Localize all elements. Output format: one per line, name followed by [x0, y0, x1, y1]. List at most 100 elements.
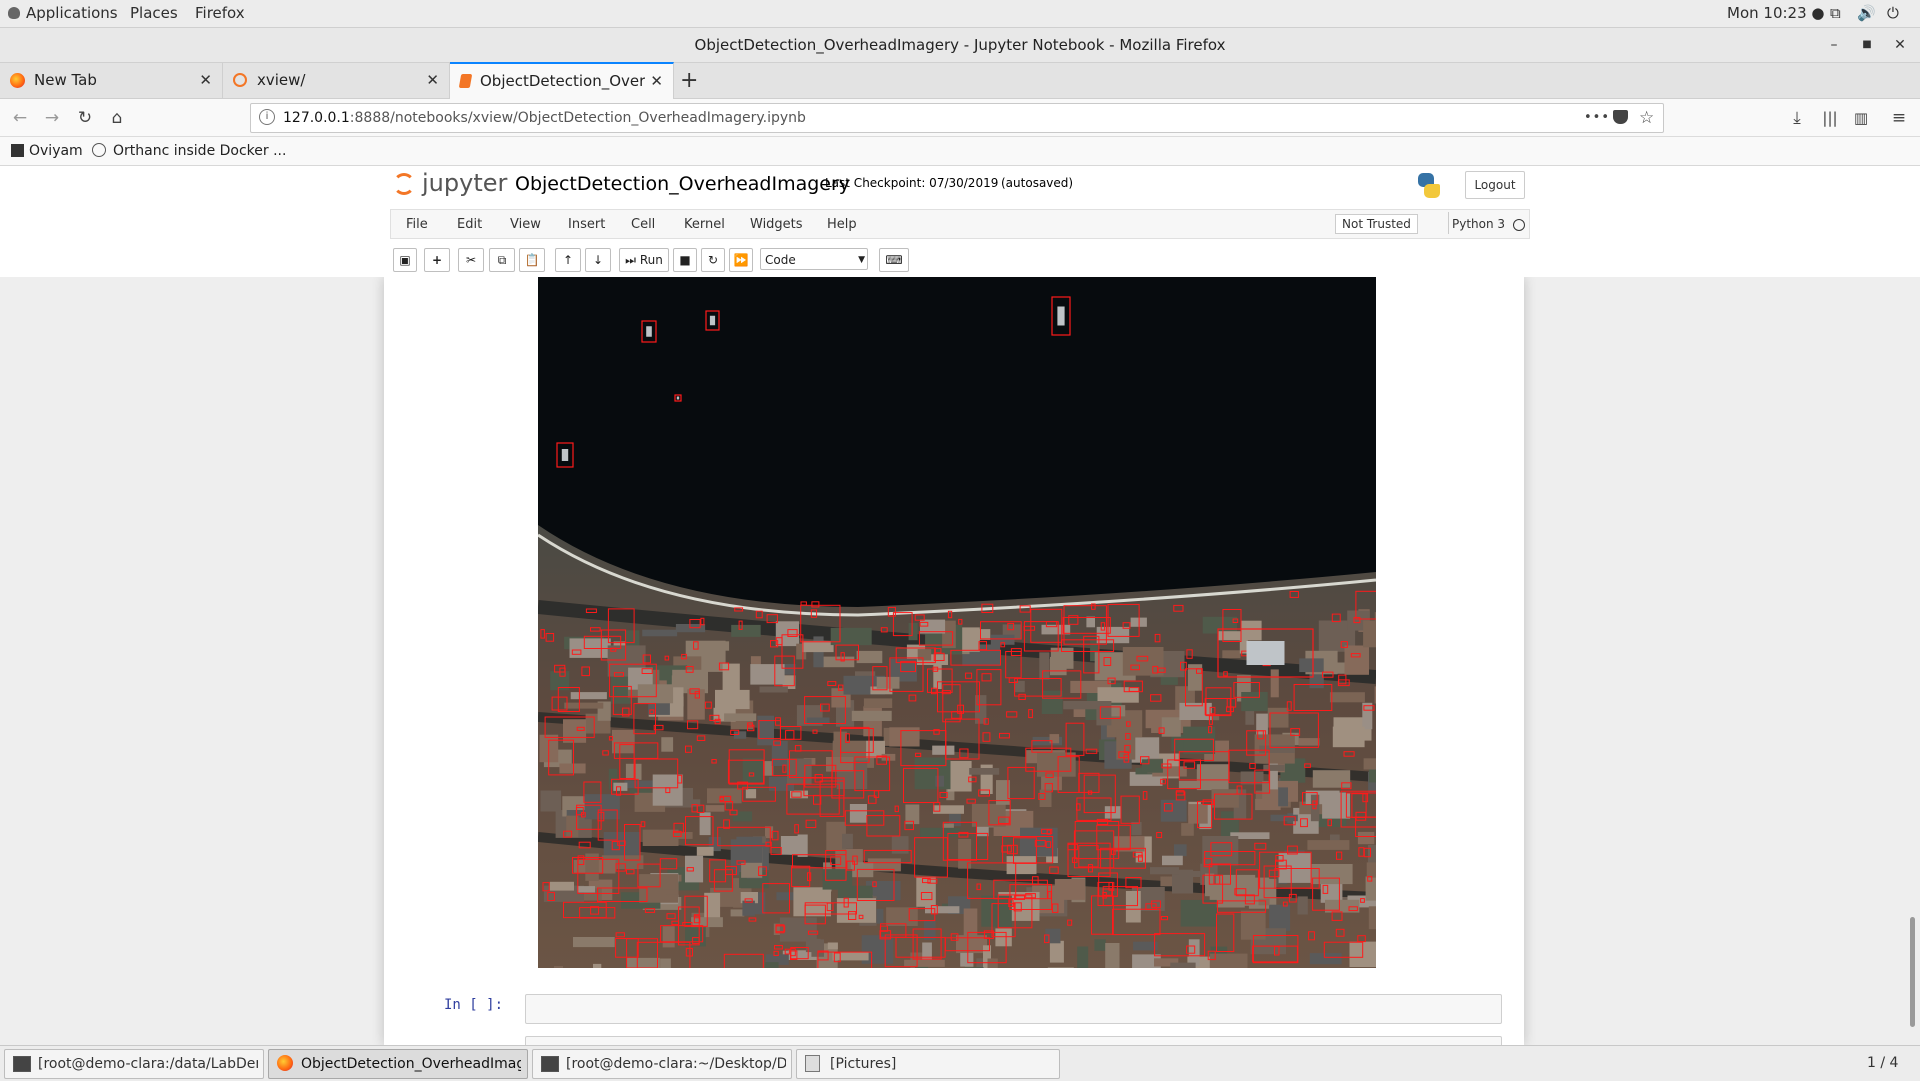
move-down-button[interactable]: ↓	[585, 248, 611, 272]
building-roof	[1202, 616, 1237, 634]
building-roof	[963, 908, 978, 939]
command-palette-button[interactable]: ⌨	[879, 248, 909, 272]
insert-cell-button[interactable]: +	[424, 248, 450, 272]
building-roof	[849, 804, 867, 823]
tab-close-icon[interactable]: ✕	[199, 63, 212, 98]
cut-button[interactable]: ✂	[458, 248, 484, 272]
url-text[interactable]: 127.0.0.1:8888/notebooks/xview/ObjectDet…	[283, 104, 806, 132]
task-terminal-labdemos[interactable]: [root@demo-clara:/data/LabDemos/...	[4, 1049, 264, 1079]
task-terminal-desktop-demos[interactable]: [root@demo-clara:~/Desktop/Demos]	[532, 1049, 792, 1079]
bookmark-orthanc[interactable]: Orthanc inside Docker ...	[92, 137, 286, 165]
building-roof	[780, 836, 808, 855]
applications-menu[interactable]: Applications	[8, 0, 118, 27]
page-actions-icon[interactable]: •••	[1584, 104, 1610, 132]
building-roof	[1049, 940, 1064, 963]
forward-button[interactable]: →	[39, 105, 65, 131]
network-icon[interactable]: ⧉	[1830, 0, 1841, 27]
menu-kernel[interactable]: Kernel	[684, 217, 725, 232]
run-button[interactable]: ⏭ Run	[619, 248, 669, 272]
sidebar-icon[interactable]: ▥	[1848, 105, 1874, 131]
code-cell-input[interactable]	[525, 1036, 1502, 1045]
notebook-name[interactable]: ObjectDetection_OverheadImagery	[515, 169, 850, 199]
firefox-app-menu[interactable]: Firefox	[195, 0, 245, 27]
downloads-icon[interactable]: ⤓	[1784, 105, 1810, 131]
page-scrollbar-thumb[interactable]	[1910, 917, 1915, 1027]
menu-file[interactable]: File	[406, 217, 428, 232]
pocket-icon[interactable]	[1613, 110, 1628, 124]
not-trusted-button[interactable]: Not Trusted	[1335, 214, 1418, 234]
maximize-button[interactable]: ■	[1856, 34, 1878, 56]
back-button[interactable]: ←	[7, 105, 33, 131]
building-roof	[730, 909, 745, 917]
tab-xview[interactable]: xview/ ✕	[223, 63, 450, 98]
new-tab-button[interactable]: +	[680, 63, 698, 98]
menu-view[interactable]: View	[510, 217, 541, 232]
restart-button[interactable]: ↻	[701, 248, 725, 272]
hamburger-menu-icon[interactable]: ≡	[1886, 105, 1912, 131]
interrupt-button[interactable]: ■	[673, 248, 697, 272]
menu-edit[interactable]: Edit	[457, 217, 482, 232]
power-icon[interactable]: ⏻	[1887, 0, 1899, 27]
building-roof	[947, 761, 972, 792]
building-roof	[705, 805, 725, 812]
building-roof	[1037, 752, 1076, 777]
code-cell-input[interactable]	[525, 994, 1502, 1024]
building-roof	[920, 827, 961, 837]
keyboard-icon: ⌨	[885, 253, 903, 267]
paste-button[interactable]: 📋	[519, 248, 545, 272]
building-roof	[981, 895, 1012, 927]
site-info-icon[interactable]: i	[259, 109, 275, 125]
clock[interactable]: Mon 10:23 ●	[1727, 0, 1824, 27]
window-title-bar: ObjectDetection_OverheadImagery - Jupyte…	[0, 28, 1920, 63]
menu-help[interactable]: Help	[827, 217, 857, 232]
building-roof	[964, 967, 984, 968]
notebook-container[interactable]: In [ ]:	[0, 277, 1920, 1045]
building-roof	[1267, 707, 1289, 728]
building-roof	[570, 692, 607, 700]
tab-new-tab[interactable]: New Tab ✕	[0, 63, 223, 98]
task-firefox-notebook[interactable]: ObjectDetection_OverheadImagery -...	[268, 1049, 528, 1079]
close-window-button[interactable]: ✕	[1889, 34, 1911, 56]
building-roof	[1363, 758, 1376, 770]
minimize-button[interactable]: –	[1823, 34, 1845, 56]
home-button[interactable]: ⌂	[104, 105, 130, 131]
library-icon[interactable]: |||	[1817, 105, 1843, 131]
fast-forward-icon: ⏩	[733, 253, 749, 267]
building-roof	[564, 702, 604, 709]
building-roof	[736, 836, 763, 863]
jupyter-logo-icon[interactable]	[392, 170, 418, 196]
places-menu[interactable]: Places	[130, 0, 178, 27]
menu-widgets[interactable]: Widgets	[750, 217, 803, 232]
workspace-indicator[interactable]: 1 / 4	[1867, 1046, 1898, 1081]
reload-button[interactable]: ↻	[72, 105, 98, 131]
logout-button[interactable]: Logout	[1465, 171, 1525, 199]
navigation-bar: ← → ↻ ⌂ i 127.0.0.1:8888/notebooks/xview…	[0, 99, 1920, 137]
gnome-top-bar: Applications Places Firefox Mon 10:23 ● …	[0, 0, 1920, 28]
task-pictures[interactable]: [Pictures]	[796, 1049, 1060, 1079]
plus-icon: +	[431, 253, 443, 267]
building-roof	[1309, 953, 1342, 965]
building-roof	[958, 839, 972, 869]
move-up-button[interactable]: ↑	[555, 248, 581, 272]
building-roof	[1245, 710, 1255, 725]
menu-cell[interactable]: Cell	[631, 217, 655, 232]
restart-run-all-button[interactable]: ⏩	[729, 248, 753, 272]
jupyter-logo-text[interactable]: jupyter	[422, 166, 507, 200]
tab-close-icon[interactable]: ✕	[426, 63, 439, 98]
building-roof	[916, 876, 936, 907]
building-roof	[685, 855, 704, 883]
save-button[interactable]: ▣	[393, 248, 417, 272]
copy-button[interactable]: ⧉	[489, 248, 515, 272]
tab-close-icon[interactable]: ✕	[650, 64, 663, 99]
menu-insert[interactable]: Insert	[568, 217, 605, 232]
cell-type-select[interactable]: Code ▼	[760, 248, 868, 270]
building-roof	[1170, 962, 1196, 968]
url-bar[interactable]: i 127.0.0.1:8888/notebooks/xview/ObjectD…	[250, 103, 1664, 133]
building-roof	[1366, 862, 1376, 878]
tab-objectdetection[interactable]: ObjectDetection_Overhea ✕	[450, 62, 674, 99]
bookmark-star-icon[interactable]: ☆	[1639, 104, 1654, 132]
bookmark-oviyam[interactable]: Oviyam	[11, 137, 83, 165]
volume-icon[interactable]: 🔊	[1857, 0, 1876, 27]
kernel-name: Python 3	[1452, 217, 1506, 231]
building-roof	[1150, 867, 1179, 875]
